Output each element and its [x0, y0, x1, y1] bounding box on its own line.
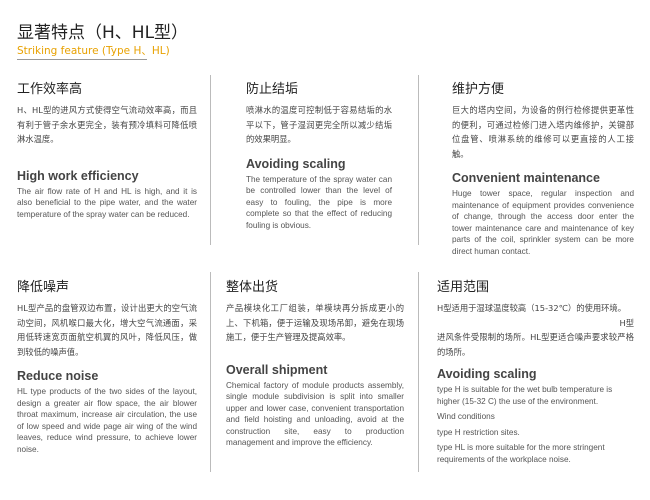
section-title-cn: 工作效率高 — [17, 82, 83, 97]
section-shipment: 整体出货 产品模块化工厂组装，单模块再分拆成更小的上、下机箱，便于运输及现场吊卸… — [226, 276, 404, 449]
section-title-cn: 降低噪声 — [17, 280, 70, 295]
section-title-en: Overall shipment — [226, 362, 328, 377]
section-title-en: Reduce noise — [17, 369, 99, 383]
section-title-cn: 适用范围 — [437, 280, 490, 295]
title-divider — [17, 59, 147, 60]
section-text-cn: H型 — [619, 317, 634, 328]
section-text-cn: H、HL型的进风方式使得空气流动效率高，而且有利于管子余水更完全，装有预冷填料可… — [17, 105, 197, 144]
section-text-cn: HL型产品的盘管双边布置，设计出更大的空气流动空间，风机喉口最大化，增大空气流通… — [17, 303, 197, 357]
section-text-en: Chemical factory of module products asse… — [226, 380, 404, 448]
column-divider — [210, 272, 211, 472]
list-item: type HL is more suitable for the more st… — [437, 443, 605, 464]
section-efficiency: 工作效率高 H、HL型的进风方式使得空气流动效率高，而且有利于管子余水更完全，装… — [17, 78, 197, 220]
section-title-cn: 整体出货 — [226, 280, 279, 295]
section-text-en: HL type products of the two sides of the… — [17, 387, 197, 454]
page-subtitle: Striking feature (Type H、HL) — [17, 45, 170, 57]
section-text-en: Huge tower space, regular inspection and… — [452, 189, 634, 256]
section-text-cn: 产品模块化工厂组装，单模块再分拆成更小的上、下机箱，便于运输及现场吊卸，避免在现… — [226, 303, 404, 342]
section-text-cn: 巨大的塔内空间，为设备的例行检修提供更革性的便利，可通过检修门进入塔内维修护，关… — [452, 105, 634, 159]
section-range: 适用范围 H型适用于湿球温度较高（15-32℃）的使用环境。 H型 进风条件受限… — [437, 276, 634, 469]
section-text-cn: 喷淋水的温度可控制低于容易结垢的水平以下，管子湿润更完全所以减少结垢的效果明显。 — [246, 105, 392, 144]
section-text-cn: H型适用于湿球温度较高（15-32℃）的使用环境。 — [437, 303, 627, 313]
section-text-cn: 进风条件受限制的场所。HL型更适合噪声要求较严格的场所。 — [437, 332, 634, 357]
section-title-en: Avoiding scaling — [437, 367, 537, 381]
section-title-en: Convenient maintenance — [452, 171, 600, 185]
list-item: type H restriction sites. — [437, 427, 520, 437]
section-maintenance: 维护方便 巨大的塔内空间，为设备的例行检修提供更革性的便利，可通过检修门进入塔内… — [452, 78, 634, 257]
list-item: Wind conditions — [437, 412, 495, 421]
section-title-en: Avoiding scaling — [246, 156, 346, 171]
section-scaling: 防止结垢 喷淋水的温度可控制低于容易结垢的水平以下，管子湿润更完全所以减少结垢的… — [246, 78, 392, 231]
column-divider — [210, 75, 211, 245]
column-divider — [418, 75, 419, 245]
column-divider — [418, 272, 419, 472]
section-text-en: The temperature of the spray water can b… — [246, 174, 392, 230]
section-title-cn: 防止结垢 — [246, 82, 299, 97]
section-title-cn: 维护方便 — [452, 82, 505, 97]
page-title: 显著特点（H、HL型） — [17, 23, 189, 43]
section-noise: 降低噪声 HL型产品的盘管双边布置，设计出更大的空气流动空间，风机喉口最大化，增… — [17, 276, 197, 455]
list-item: type H is suitable for the wet bulb temp… — [437, 385, 613, 406]
section-title-en: High work efficiency — [17, 168, 139, 183]
section-text-en: The air flow rate of H and HL is high, a… — [17, 186, 197, 219]
